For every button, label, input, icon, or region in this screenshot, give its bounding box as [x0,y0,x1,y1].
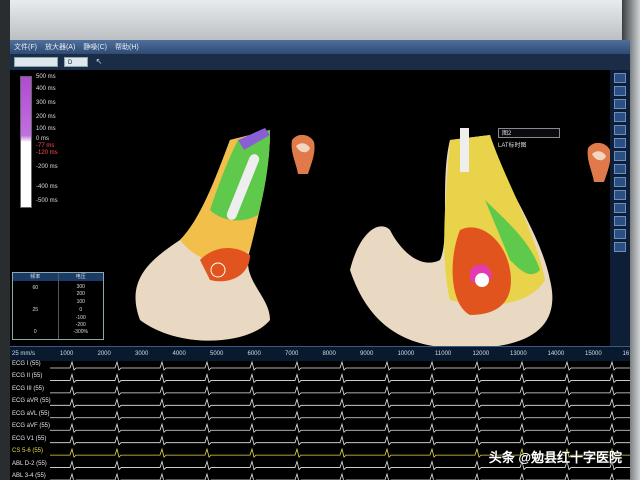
ecg-trace [50,385,630,396]
toolbar: D ↖ [10,54,630,70]
scale-label-current: -120 ms [36,150,58,156]
legend-value: 60 [32,285,39,291]
ruler-tick-label: 3000 [135,351,149,357]
monitor-bezel-top [0,0,640,42]
lat-map-label: LAT标时图 [498,143,527,149]
heart-model-left-view[interactable] [120,120,280,346]
ruler-tick-label: 7000 [285,351,299,357]
legend-value: 0 [79,307,83,313]
menu-help[interactable]: 帮助(H) [115,42,139,52]
ecg-lead-label: ECG V1 (55) [12,435,47,442]
time-ruler[interactable]: 25 mm/s 1000 2000 3000 4000 5000 6000 7000 8000… [10,346,630,361]
ecg-lead-label: ABL 3-4 (55) [12,473,46,479]
ecg-lead-label: ECG I (55) [12,361,41,367]
scale-label: 100 ms [36,126,56,132]
menu-amplifier[interactable]: 放大器(A) [45,42,75,52]
tool-button[interactable] [614,125,626,135]
tool-button[interactable] [614,112,626,122]
ruler-tick-label: 5000 [210,351,224,357]
scale-label-current: -77 ms [36,143,55,149]
heart-model-right-view[interactable] [340,120,580,346]
ecg-trace [50,360,630,371]
tool-button[interactable] [614,177,626,187]
sweep-speed: 25 mm/s [12,351,36,357]
scale-label: -200 ms [36,164,58,170]
pointer-icon[interactable]: ↖ [94,57,104,67]
menu-file[interactable]: 文件(F) [14,42,37,52]
ecg-trace [50,373,630,384]
right-tool-sidebar [610,70,630,346]
ecg-lead-label: ECG II (55) [12,373,43,380]
legend-column-voltage: 电压 300 200 100 0 -100 -200 -300% [58,273,103,339]
ruler-tick-label: 8000 [322,351,336,357]
lat-color-scale: 500 ms 400 ms 300 ms 200 ms 100 ms 0 ms … [12,72,82,212]
tool-button[interactable] [614,242,626,252]
ruler-tick-label: 16 [622,351,630,357]
menu-mute[interactable]: 静噪(C) [83,42,107,52]
tool-button[interactable] [614,190,626,200]
legend-value: -200 [75,322,86,328]
legend-column-frequency: 频率 60 25 0 [13,273,59,339]
legend-value: 0 [33,329,37,335]
ecg-trace [50,472,630,480]
color-scale-bar [20,76,32,208]
map-layer-dropdown[interactable]: 图2 [498,128,560,138]
ruler-tick-label: 13000 [510,351,527,357]
legend-value: 25 [32,307,39,313]
legend-value: 100 [76,299,85,305]
ruler-tick-label: 12000 [472,351,490,357]
legend-header: 电压 [58,273,103,281]
ecg-lead-label: ABL D-2 (55) [12,460,47,467]
menu-bar: 文件(F) 放大器(A) 静噪(C) 帮助(H) [10,40,630,54]
tool-button[interactable] [614,73,626,83]
legend-value: -100 [75,315,86,321]
signal-legend-panel: 频率 60 25 0 电压 300 200 100 0 -100 -200 -3… [12,272,104,340]
scale-label: 500 ms [36,74,56,80]
tool-button[interactable] [614,164,626,174]
scale-label: 300 ms [36,100,56,106]
monitor-bezel-left [0,0,10,480]
ecg-trace [50,397,630,409]
ruler-tick-label: 15000 [585,351,602,357]
ruler-tick-label: 14000 [547,351,565,357]
legend-value: -300% [73,329,88,335]
scale-label: 0 ms [36,136,50,142]
scale-label: -500 ms [36,198,58,204]
tool-button[interactable] [614,216,626,226]
map-select-dropdown[interactable] [14,57,58,67]
secondary-dropdown[interactable]: D [64,57,88,67]
ruler-tick-label: 1000 [60,351,74,357]
scale-label: 200 ms [36,114,56,120]
tool-button[interactable] [614,229,626,239]
ecg-trace [50,410,630,421]
tool-button[interactable] [614,203,626,213]
orientation-mini-torso-icon [291,134,315,174]
scale-label: -400 ms [36,184,58,190]
ruler-tick-label: 10000 [397,351,415,357]
ecg-trace [50,435,630,446]
ecg-lead-label: CS 5-6 (55) [12,448,44,455]
ruler-tick-label: 9000 [360,351,374,357]
watermark: 头条 @勉县红十字医院 [488,450,622,465]
ecg-lead-label: ECG aVR (55) [12,398,51,405]
scale-label: 400 ms [36,86,56,92]
legend-header: 频率 [13,273,58,281]
ruler-tick-label: 11000 [435,351,452,357]
ruler-tick-label: 6000 [247,351,261,357]
legend-value: 200 [76,291,85,297]
tool-button[interactable] [614,86,626,96]
ruler-tick-label: 2000 [97,351,111,357]
ecg-trace [50,422,630,434]
orientation-mini-torso-icon [587,143,610,182]
mapping-screen: 文件(F) 放大器(A) 静噪(C) 帮助(H) D ↖ 500 ms 400 … [10,40,630,480]
ecg-lead-label: ECG aVF (55) [12,423,51,430]
legend-value: 300 [76,284,85,290]
tool-button[interactable] [614,138,626,148]
3d-activation-map[interactable]: 500 ms 400 ms 300 ms 200 ms 100 ms 0 ms … [10,70,610,346]
ecg-lead-label: ECG III (55) [12,385,45,392]
tool-button[interactable] [614,99,626,109]
tool-button[interactable] [614,151,626,161]
ruler-tick-label: 4000 [172,351,186,357]
ecg-lead-label: ECG aVL (55) [12,410,50,417]
